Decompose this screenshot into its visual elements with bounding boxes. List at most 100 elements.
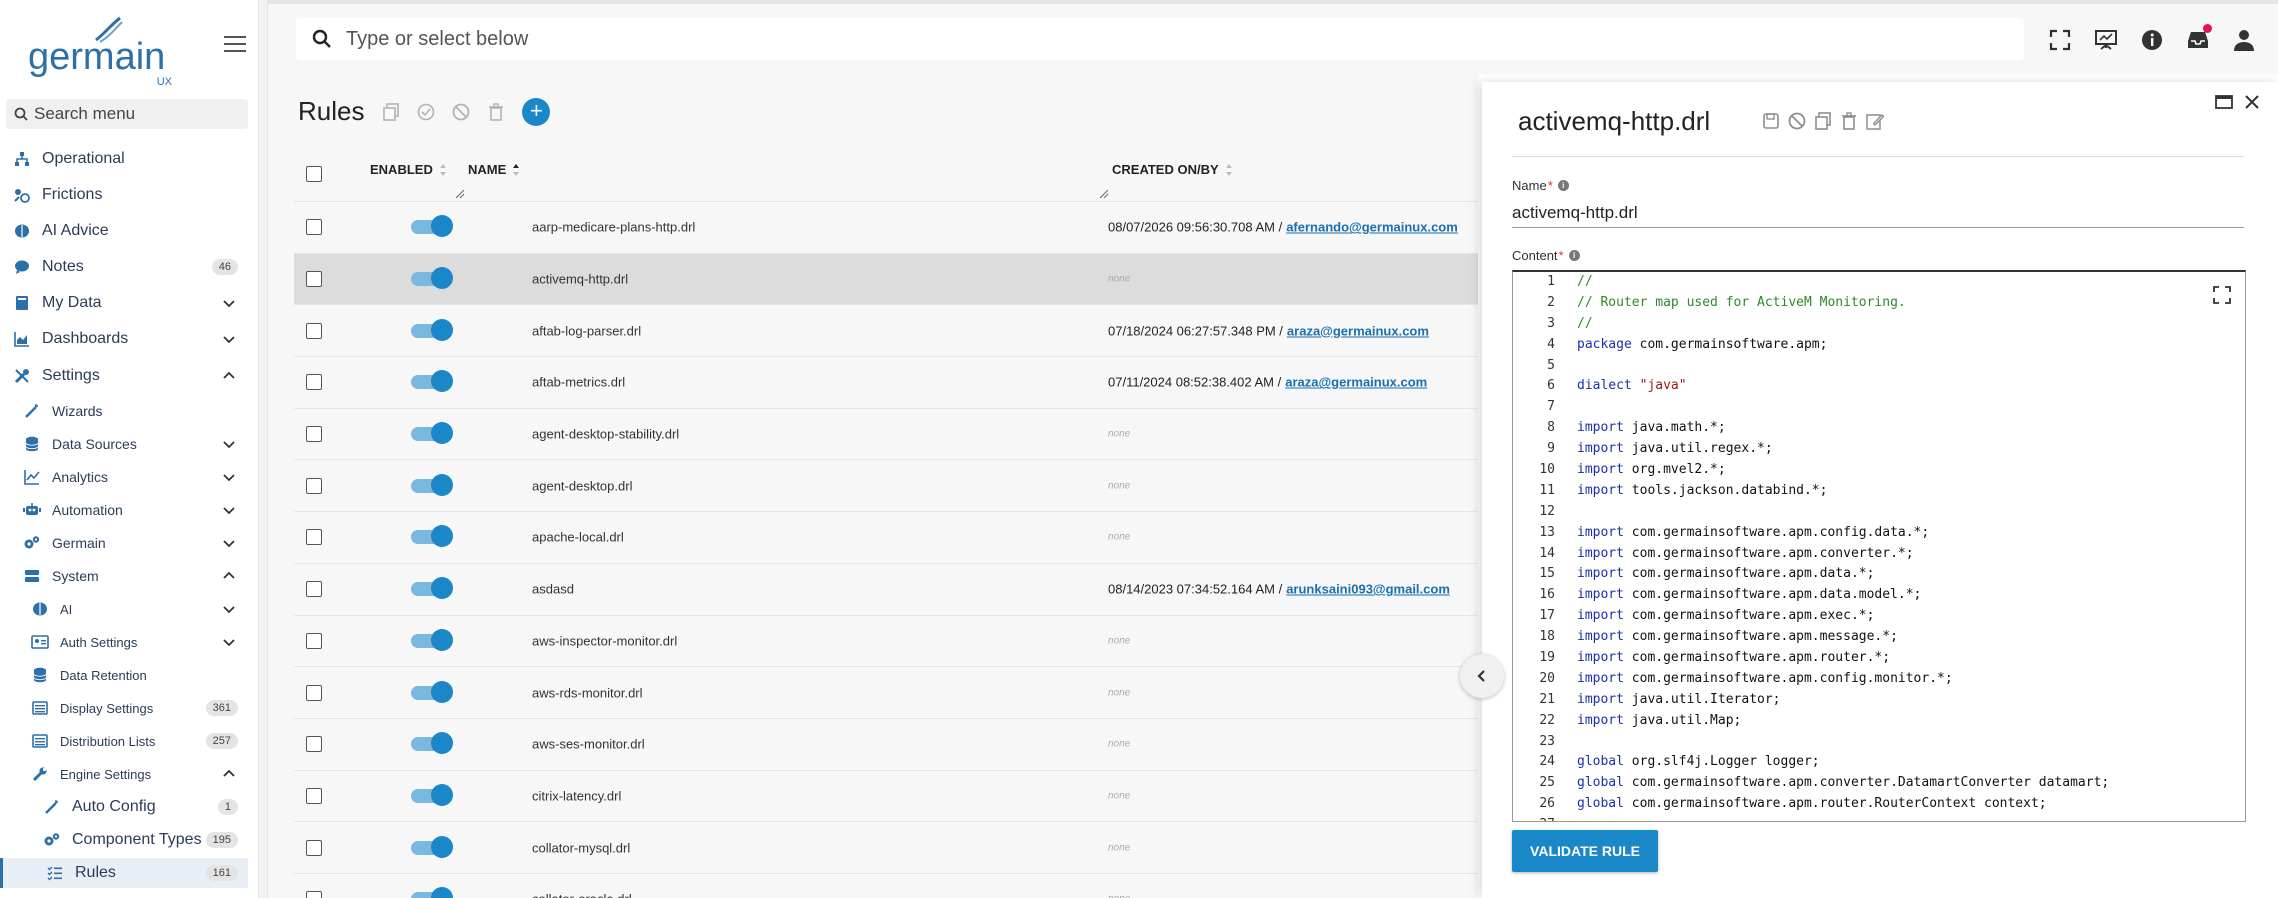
table-row[interactable]: activemq-http.drl none — [294, 253, 1478, 306]
chevron-down-icon[interactable] — [222, 536, 236, 550]
sidebar-item-germain[interactable]: Germain — [0, 528, 248, 558]
row-checkbox[interactable] — [306, 271, 322, 288]
column-resize-handle[interactable] — [1100, 190, 1108, 198]
close-icon[interactable] — [2242, 92, 2262, 112]
sidebar-item-system[interactable]: System — [0, 561, 248, 591]
add-rule-button[interactable]: + — [522, 97, 551, 126]
sidebar-item-display-settings[interactable]: Display Settings 361 — [0, 693, 248, 723]
chevron-down-icon[interactable] — [222, 437, 236, 451]
check-circle-icon[interactable] — [417, 103, 435, 121]
trash-icon[interactable] — [1840, 112, 1858, 130]
column-enabled[interactable]: ENABLED — [370, 162, 447, 177]
enabled-toggle[interactable] — [411, 835, 453, 858]
expand-editor-icon[interactable] — [2213, 286, 2231, 304]
maximize-icon[interactable] — [2214, 92, 2234, 112]
enabled-toggle[interactable] — [411, 473, 453, 496]
table-row[interactable]: asdasd 08/14/2023 07:34:52.164 AM / arunks… — [294, 564, 1478, 616]
ban-icon[interactable] — [1788, 112, 1806, 130]
row-checkbox[interactable] — [306, 426, 322, 443]
creator-email-link[interactable]: araza@germainux.com — [1285, 375, 1427, 390]
enabled-toggle[interactable] — [411, 783, 453, 806]
sidebar-item-notes[interactable]: Notes 46 — [0, 252, 248, 282]
row-checkbox[interactable] — [306, 374, 322, 391]
chevron-down-icon[interactable] — [222, 602, 236, 616]
rule-name[interactable]: agent-desktop.drl — [532, 478, 632, 493]
enabled-toggle[interactable] — [411, 887, 453, 898]
chevron-up-icon[interactable] — [222, 369, 236, 383]
row-checkbox[interactable] — [306, 632, 322, 649]
enabled-toggle[interactable] — [411, 525, 453, 548]
row-checkbox[interactable] — [306, 219, 322, 236]
info-icon[interactable]: i — [1568, 250, 1580, 261]
creator-email-link[interactable]: afernando@germainux.com — [1286, 220, 1458, 235]
rule-name[interactable]: aarp-medicare-plans-http.drl — [532, 220, 695, 235]
fullscreen-icon[interactable] — [2048, 28, 2072, 52]
table-row[interactable]: aftab-log-parser.drl 07/18/2024 06:27:57.… — [294, 305, 1478, 358]
rule-name[interactable]: agent-desktop-stability.drl — [532, 427, 679, 442]
sidebar-item-ai[interactable]: AI — [0, 594, 248, 624]
sidebar-item-wizards[interactable]: Wizards — [0, 396, 248, 426]
sidebar-search[interactable] — [6, 99, 248, 129]
sidebar-item-engine-settings[interactable]: Engine Settings — [0, 759, 248, 789]
validate-rule-button[interactable]: VALIDATE RULE — [1512, 830, 1658, 872]
table-row[interactable]: agent-desktop-stability.drl none — [294, 409, 1478, 461]
enabled-toggle[interactable] — [411, 422, 453, 445]
enabled-toggle[interactable] — [411, 680, 453, 703]
hamburger-menu-icon[interactable] — [224, 36, 246, 54]
row-checkbox[interactable] — [306, 322, 322, 339]
sidebar-item-auth-settings[interactable]: Auth Settings — [0, 627, 248, 657]
save-icon[interactable] — [1762, 112, 1780, 130]
enabled-toggle[interactable] — [411, 577, 453, 600]
table-row[interactable]: aarp-medicare-plans-http.drl 08/07/2026 0… — [294, 202, 1478, 254]
enabled-toggle[interactable] — [411, 318, 453, 341]
chevron-up-icon[interactable] — [222, 767, 236, 781]
sidebar-item-analytics[interactable]: Analytics — [0, 462, 248, 492]
creator-email-link[interactable]: araza@germainux.com — [1287, 323, 1429, 338]
table-row[interactable]: citrix-latency.drl none — [294, 771, 1478, 823]
rule-name[interactable]: aftab-log-parser.drl — [532, 323, 641, 338]
ban-icon[interactable] — [452, 103, 470, 121]
chevron-up-icon[interactable] — [222, 569, 236, 583]
sidebar-item-component-types[interactable]: Component Types 195 — [0, 825, 248, 855]
rule-name[interactable]: collator-oracle.drl — [532, 892, 632, 898]
rule-name[interactable]: aws-inspector-monitor.drl — [532, 633, 677, 648]
code-editor[interactable]: 1 // 2 // Router map used for ActiveM Monit… — [1512, 270, 2246, 822]
rule-name[interactable]: citrix-latency.drl — [532, 788, 621, 803]
enabled-toggle[interactable] — [411, 215, 453, 238]
enabled-toggle[interactable] — [411, 267, 453, 290]
row-checkbox[interactable] — [306, 891, 322, 898]
table-row[interactable]: aws-ses-monitor.drl none — [294, 719, 1478, 771]
global-search-input[interactable] — [346, 27, 1846, 51]
rule-name[interactable]: activemq-http.drl — [532, 272, 628, 287]
germain-logo[interactable]: germain UX — [28, 14, 178, 88]
rule-name[interactable]: aftab-metrics.drl — [532, 375, 625, 390]
enabled-toggle[interactable] — [411, 732, 453, 755]
enabled-toggle[interactable] — [411, 628, 453, 651]
sidebar-search-input[interactable] — [34, 104, 234, 124]
sidebar-item-operational[interactable]: Operational — [0, 144, 248, 174]
rule-name[interactable]: asdasd — [532, 582, 574, 597]
collapse-panel-button[interactable] — [1460, 654, 1504, 698]
chevron-down-icon[interactable] — [222, 296, 236, 310]
global-search[interactable] — [296, 18, 2024, 60]
sidebar-item-my-data[interactable]: My Data — [0, 288, 248, 318]
rule-name[interactable]: collator-mysql.drl — [532, 840, 630, 855]
inbox-icon[interactable] — [2186, 24, 2212, 52]
table-row[interactable]: collator-mysql.drl none — [294, 822, 1478, 874]
table-row[interactable]: apache-local.drl none — [294, 512, 1478, 564]
select-all-checkbox[interactable] — [306, 166, 322, 182]
sidebar-item-data-retention[interactable]: Data Retention — [0, 660, 248, 690]
rule-name[interactable]: apache-local.drl — [532, 530, 624, 545]
row-checkbox[interactable] — [306, 787, 322, 804]
column-name[interactable]: NAME — [468, 162, 520, 177]
sidebar-item-automation[interactable]: Automation — [0, 495, 248, 525]
row-checkbox[interactable] — [306, 529, 322, 546]
table-row[interactable]: collator-oracle.drl none — [294, 874, 1478, 898]
table-row[interactable]: aws-rds-monitor.drl none — [294, 667, 1478, 719]
row-checkbox[interactable] — [306, 684, 322, 701]
table-row[interactable]: aws-inspector-monitor.drl none — [294, 616, 1478, 668]
rule-name[interactable]: aws-ses-monitor.drl — [532, 737, 645, 752]
rule-name[interactable]: aws-rds-monitor.drl — [532, 685, 643, 700]
sidebar-item-frictions[interactable]: Frictions — [0, 180, 248, 210]
chevron-down-icon[interactable] — [222, 332, 236, 346]
